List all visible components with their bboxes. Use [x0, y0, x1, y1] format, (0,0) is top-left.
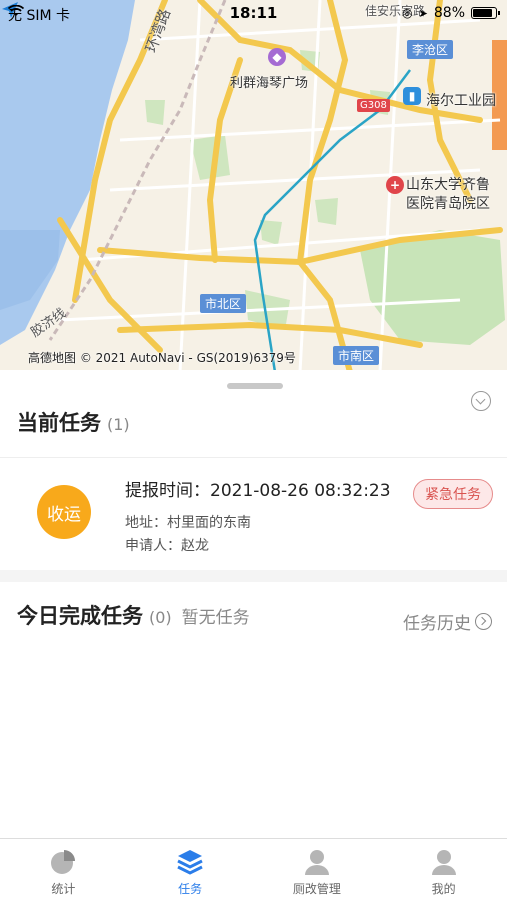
chevron-right-icon — [475, 613, 492, 630]
layers-icon — [177, 850, 203, 875]
current-tasks-title: 当前任务 — [17, 411, 101, 435]
map-view[interactable]: 环湾路 胶济线 佳安乐家路 ◆ 利群海琴广场 李沧区 G308 ▮ 海尔工业园 … — [0, 0, 507, 372]
section-separator — [0, 570, 507, 582]
task-address: 地址：村里面的东南 — [125, 515, 251, 531]
tab-label: 统计 — [51, 882, 76, 896]
tab-label: 厕改管理 — [292, 882, 341, 896]
person-icon — [304, 850, 329, 875]
district-label: 李沧区 — [407, 40, 454, 59]
map-poi-label: 医院青岛院区 — [406, 196, 490, 212]
task-type-badge: 收运 — [37, 485, 91, 539]
tab-profile[interactable]: 我的 — [380, 839, 507, 900]
tab-tasks[interactable]: 任务 — [127, 839, 254, 900]
battery-icon — [471, 7, 500, 19]
map-poi-label: 海尔工业园 — [426, 93, 496, 109]
current-tasks-count: (1) — [107, 415, 130, 434]
current-tasks-header: 当前任务 (1) — [17, 407, 130, 437]
status-bar: 无 SIM 卡 18:11 ◎ ➤ 88% — [0, 0, 507, 26]
tab-bar: 统计 任务 厕改管理 我的 — [0, 838, 507, 900]
empty-tasks-text: 暂无任务 — [181, 608, 250, 628]
today-tasks-count: (0) — [149, 608, 172, 627]
industrial-poi-icon[interactable]: ▮ — [403, 87, 421, 105]
pie-chart-icon — [51, 850, 76, 874]
map-poi-label: 山东大学齐鲁 — [406, 177, 490, 193]
highway-shield: G308 — [357, 99, 390, 112]
battery-percent: 88% — [433, 5, 465, 21]
shopping-poi-icon[interactable]: ◆ — [268, 48, 286, 66]
drag-handle[interactable] — [227, 383, 283, 389]
today-tasks-title: 今日完成任务 — [17, 604, 143, 628]
location-icon: ➤ — [418, 6, 428, 20]
task-applicant: 申请人：赵龙 — [125, 538, 209, 554]
today-tasks-header: 今日完成任务 (0) 暂无任务 — [17, 600, 250, 630]
hospital-poi-icon[interactable]: + — [386, 176, 404, 194]
task-sheet: 当前任务 (1) 收运 提报时间：2021-08-26 08:32:23 紧急任务… — [0, 370, 507, 838]
district-label: 市南区 — [333, 346, 380, 365]
district-label: 市北区 — [200, 294, 247, 313]
urgent-badge: 紧急任务 — [413, 479, 493, 509]
collapse-chevron-icon[interactable] — [471, 391, 491, 411]
person-icon — [431, 850, 456, 875]
task-history-label: 任务历史 — [403, 614, 471, 634]
rotation-lock-icon: ◎ — [402, 6, 413, 20]
divider — [0, 457, 507, 458]
map-poi-label: 利群海琴广场 — [230, 76, 309, 91]
tab-label: 任务 — [178, 882, 203, 896]
task-report-time: 提报时间：2021-08-26 08:32:23 — [125, 481, 391, 501]
tab-toilet-management[interactable]: 厕改管理 — [254, 839, 381, 900]
tab-label: 我的 — [431, 882, 456, 896]
task-history-link[interactable]: 任务历史 — [403, 609, 492, 634]
tab-statistics[interactable]: 统计 — [0, 839, 127, 900]
map-copyright: 高德地图 © 2021 AutoNavi - GS(2019)6379号 — [28, 351, 296, 365]
